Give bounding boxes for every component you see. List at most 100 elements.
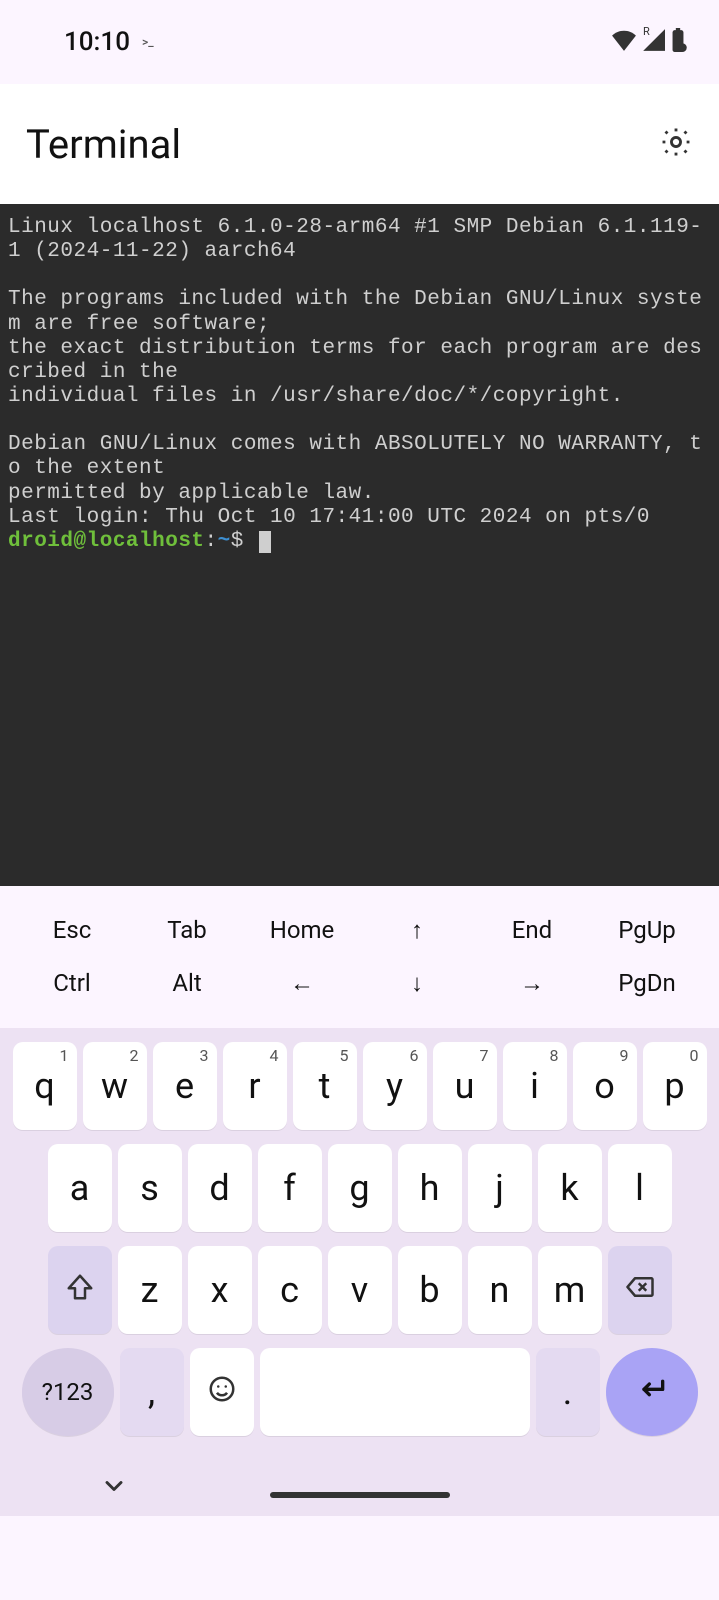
wifi-icon: [611, 29, 637, 55]
key-m[interactable]: m: [538, 1246, 602, 1334]
fn-key-[interactable]: ↑: [377, 916, 457, 945]
key-label: c: [280, 1269, 299, 1311]
network-label: R: [643, 25, 650, 38]
fn-key-ctrl[interactable]: Ctrl: [32, 969, 112, 998]
symbols-label: ?123: [42, 1378, 94, 1406]
comma-key[interactable]: ,: [120, 1348, 184, 1436]
enter-key[interactable]: [606, 1348, 698, 1436]
key-label: n: [490, 1269, 510, 1311]
key-o[interactable]: 9o: [573, 1042, 637, 1130]
key-e[interactable]: 3e: [153, 1042, 217, 1130]
status-icons: R: [611, 28, 687, 56]
key-f[interactable]: f: [258, 1144, 322, 1232]
key-label: d: [209, 1167, 229, 1209]
settings-button[interactable]: [659, 125, 693, 163]
key-label: u: [455, 1065, 475, 1107]
key-hint: 1: [60, 1046, 69, 1065]
kb-row-4: ?123 , .: [6, 1348, 713, 1436]
fn-key-[interactable]: →: [492, 969, 572, 998]
emoji-key[interactable]: [190, 1348, 254, 1436]
terminal-cursor: [259, 531, 271, 553]
key-label: t: [319, 1065, 331, 1107]
fn-key-[interactable]: ←: [262, 969, 342, 998]
period-key[interactable]: .: [536, 1348, 600, 1436]
key-r[interactable]: 4r: [223, 1042, 287, 1130]
terminal-output[interactable]: Linux localhost 6.1.0-28-arm64 #1 SMP De…: [0, 204, 719, 886]
battery-icon: [669, 28, 687, 56]
key-l[interactable]: l: [608, 1144, 672, 1232]
fn-key-pgup[interactable]: PgUp: [607, 916, 687, 945]
terminal-motd: Linux localhost 6.1.0-28-arm64 #1 SMP De…: [8, 216, 702, 529]
key-y[interactable]: 6y: [363, 1042, 427, 1130]
key-hint: 2: [130, 1046, 139, 1065]
status-time: 10:10 >_: [64, 27, 154, 57]
signal-icon: R: [641, 29, 665, 55]
keyboard-collapse-button[interactable]: [100, 1472, 128, 1504]
key-label: z: [141, 1269, 159, 1311]
kb-row-2: a s d fgh j kl: [6, 1144, 713, 1232]
fn-key-tab[interactable]: Tab: [147, 916, 227, 945]
backspace-key[interactable]: [608, 1246, 672, 1334]
key-label: f: [283, 1167, 296, 1209]
key-hint: 5: [340, 1046, 349, 1065]
key-k[interactable]: k: [538, 1144, 602, 1232]
key-hint: 4: [270, 1046, 279, 1065]
key-b[interactable]: b: [398, 1246, 462, 1334]
key-a[interactable]: a: [48, 1144, 112, 1232]
enter-icon: [636, 1371, 668, 1413]
key-label: a: [70, 1167, 90, 1209]
key-s[interactable]: s: [118, 1144, 182, 1232]
key-label: k: [560, 1167, 578, 1209]
key-i[interactable]: 8i: [503, 1042, 567, 1130]
key-n[interactable]: n: [468, 1246, 532, 1334]
key-hint: 8: [550, 1046, 559, 1065]
symbols-key[interactable]: ?123: [22, 1348, 114, 1436]
key-label: w: [101, 1065, 128, 1107]
fn-row-1: Esc Tab Home ↑ End PgUp: [0, 904, 719, 957]
key-z[interactable]: z: [118, 1246, 182, 1334]
comma-label: ,: [148, 1371, 155, 1413]
key-hint: 9: [620, 1046, 629, 1065]
key-v[interactable]: v: [328, 1246, 392, 1334]
fn-key-[interactable]: ↓: [377, 969, 457, 998]
key-label: b: [419, 1269, 439, 1311]
key-p[interactable]: 0p: [643, 1042, 707, 1130]
key-hint: 3: [200, 1046, 209, 1065]
fn-row-2: Ctrl Alt ← ↓ → PgDn: [0, 957, 719, 1010]
fn-key-home[interactable]: Home: [262, 916, 342, 945]
key-label: m: [554, 1269, 586, 1311]
shift-icon: [65, 1269, 95, 1311]
clock-text: 10:10: [64, 27, 130, 57]
key-hint: 6: [410, 1046, 419, 1065]
backspace-icon: [625, 1269, 655, 1311]
key-label: v: [351, 1269, 368, 1311]
gear-icon: [659, 144, 693, 163]
key-t[interactable]: 5t: [293, 1042, 357, 1130]
key-label: j: [495, 1167, 504, 1209]
fn-key-esc[interactable]: Esc: [32, 916, 112, 945]
nav-handle[interactable]: [270, 1492, 450, 1498]
key-u[interactable]: 7u: [433, 1042, 497, 1130]
fn-key-pgdn[interactable]: PgDn: [607, 969, 687, 998]
key-d[interactable]: d: [188, 1144, 252, 1232]
prompt-user-host: droid@localhost: [8, 530, 205, 553]
key-x[interactable]: x: [188, 1246, 252, 1334]
prompt-separator: :: [205, 530, 218, 553]
soft-keyboard: 1q2w3e4r5t6y7u8i9o0p asdfghjkl zxcvbnm ?…: [0, 1028, 719, 1460]
key-q[interactable]: 1q: [13, 1042, 77, 1130]
key-label: y: [386, 1065, 403, 1107]
space-key[interactable]: [260, 1348, 530, 1436]
key-g[interactable]: g: [328, 1144, 392, 1232]
fn-key-end[interactable]: End: [492, 916, 572, 945]
shift-key[interactable]: [48, 1246, 112, 1334]
key-h[interactable]: h: [398, 1144, 462, 1232]
key-c[interactable]: c: [258, 1246, 322, 1334]
fn-key-alt[interactable]: Alt: [147, 969, 227, 998]
key-j[interactable]: j: [468, 1144, 532, 1232]
app-header: Terminal: [0, 84, 719, 204]
terminal-indicator-icon: >_: [142, 35, 154, 49]
key-label: h: [420, 1167, 440, 1209]
key-label: s: [140, 1167, 159, 1209]
key-label: p: [664, 1065, 684, 1107]
key-w[interactable]: 2w: [83, 1042, 147, 1130]
